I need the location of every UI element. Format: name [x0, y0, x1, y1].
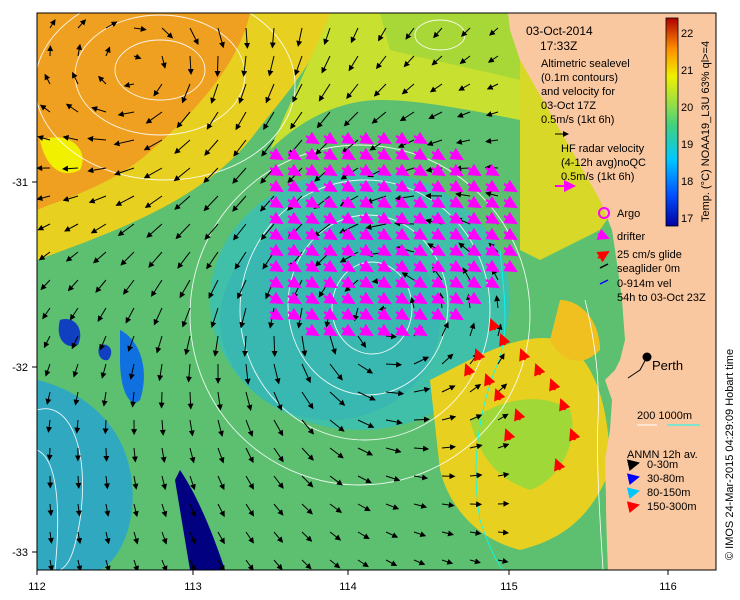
altimetry-note-4: 03-Oct 17Z	[541, 100, 596, 112]
drifter-label: drifter	[617, 231, 645, 243]
sst-map: 112 113 114 115 116 -31 -32 -33 03-Oct-2…	[12, 12, 736, 593]
velocity-arrow	[103, 447, 110, 462]
velocity-arrow	[413, 416, 430, 423]
altimetry-note-3: and velocity for	[541, 86, 615, 98]
x-tick-114: 114	[339, 581, 357, 593]
y-tick-31: -31	[12, 177, 28, 189]
anmn-label-1: 30-80m	[647, 473, 684, 485]
velocity-arrow	[102, 419, 109, 435]
colorbar-tick-17: 17	[681, 213, 693, 225]
altimetry-note-2: (0.1m contours)	[541, 72, 618, 84]
y-tick-32: -32	[12, 362, 28, 374]
perth-label: Perth	[652, 358, 683, 373]
glide-label: 25 cm/s glide	[617, 249, 682, 261]
anmn-label-3: 150-300m	[647, 501, 697, 513]
colorbar	[665, 17, 679, 227]
x-tick-116: 116	[659, 581, 677, 593]
seaglider-label: seaglider 0m	[617, 263, 680, 275]
credit-label: © IMOS 24-Mar-2015 04:29:09 Hobart time	[724, 349, 736, 560]
hf-note-1: HF radar velocity	[561, 143, 645, 155]
map-date: 03-Oct-2014	[526, 24, 593, 38]
velocity-arrow	[214, 55, 221, 77]
colorbar-tick-18: 18	[681, 176, 693, 188]
colorbar-label: Temp. (°C) NOAA19_L3U 63% ql>=4	[700, 41, 712, 222]
colorbar-tick-20: 20	[681, 102, 693, 114]
altimetry-scale: 0.5m/s (1kt 6h)	[541, 114, 614, 126]
hf-note-2: (4-12h avg)noQC	[561, 157, 646, 169]
anmn-label-0: 0-30m	[647, 459, 678, 471]
x-tick-115: 115	[500, 581, 518, 593]
argo-label: Argo	[617, 208, 640, 220]
velocity-arrow	[46, 447, 53, 461]
velocity-label: 0-914m vel	[617, 278, 671, 290]
y-tick-33: -33	[12, 547, 28, 559]
colorbar-tick-19: 19	[681, 139, 693, 151]
isobath-legend: 200 1000m	[637, 410, 692, 422]
colorbar-tick-22: 22	[681, 28, 693, 40]
map-time: 17:33Z	[540, 39, 577, 53]
velocity-time: 54h to 03-Oct 23Z	[617, 292, 706, 304]
hf-scale: 0.5m/s (1kt 6h)	[561, 171, 634, 183]
altimetry-note-1: Altimetric sealevel	[541, 58, 630, 70]
x-tick-112: 112	[28, 581, 46, 593]
anmn-label-2: 80-150m	[647, 487, 690, 499]
x-tick-113: 113	[184, 581, 202, 593]
colorbar-tick-21: 21	[681, 65, 693, 77]
